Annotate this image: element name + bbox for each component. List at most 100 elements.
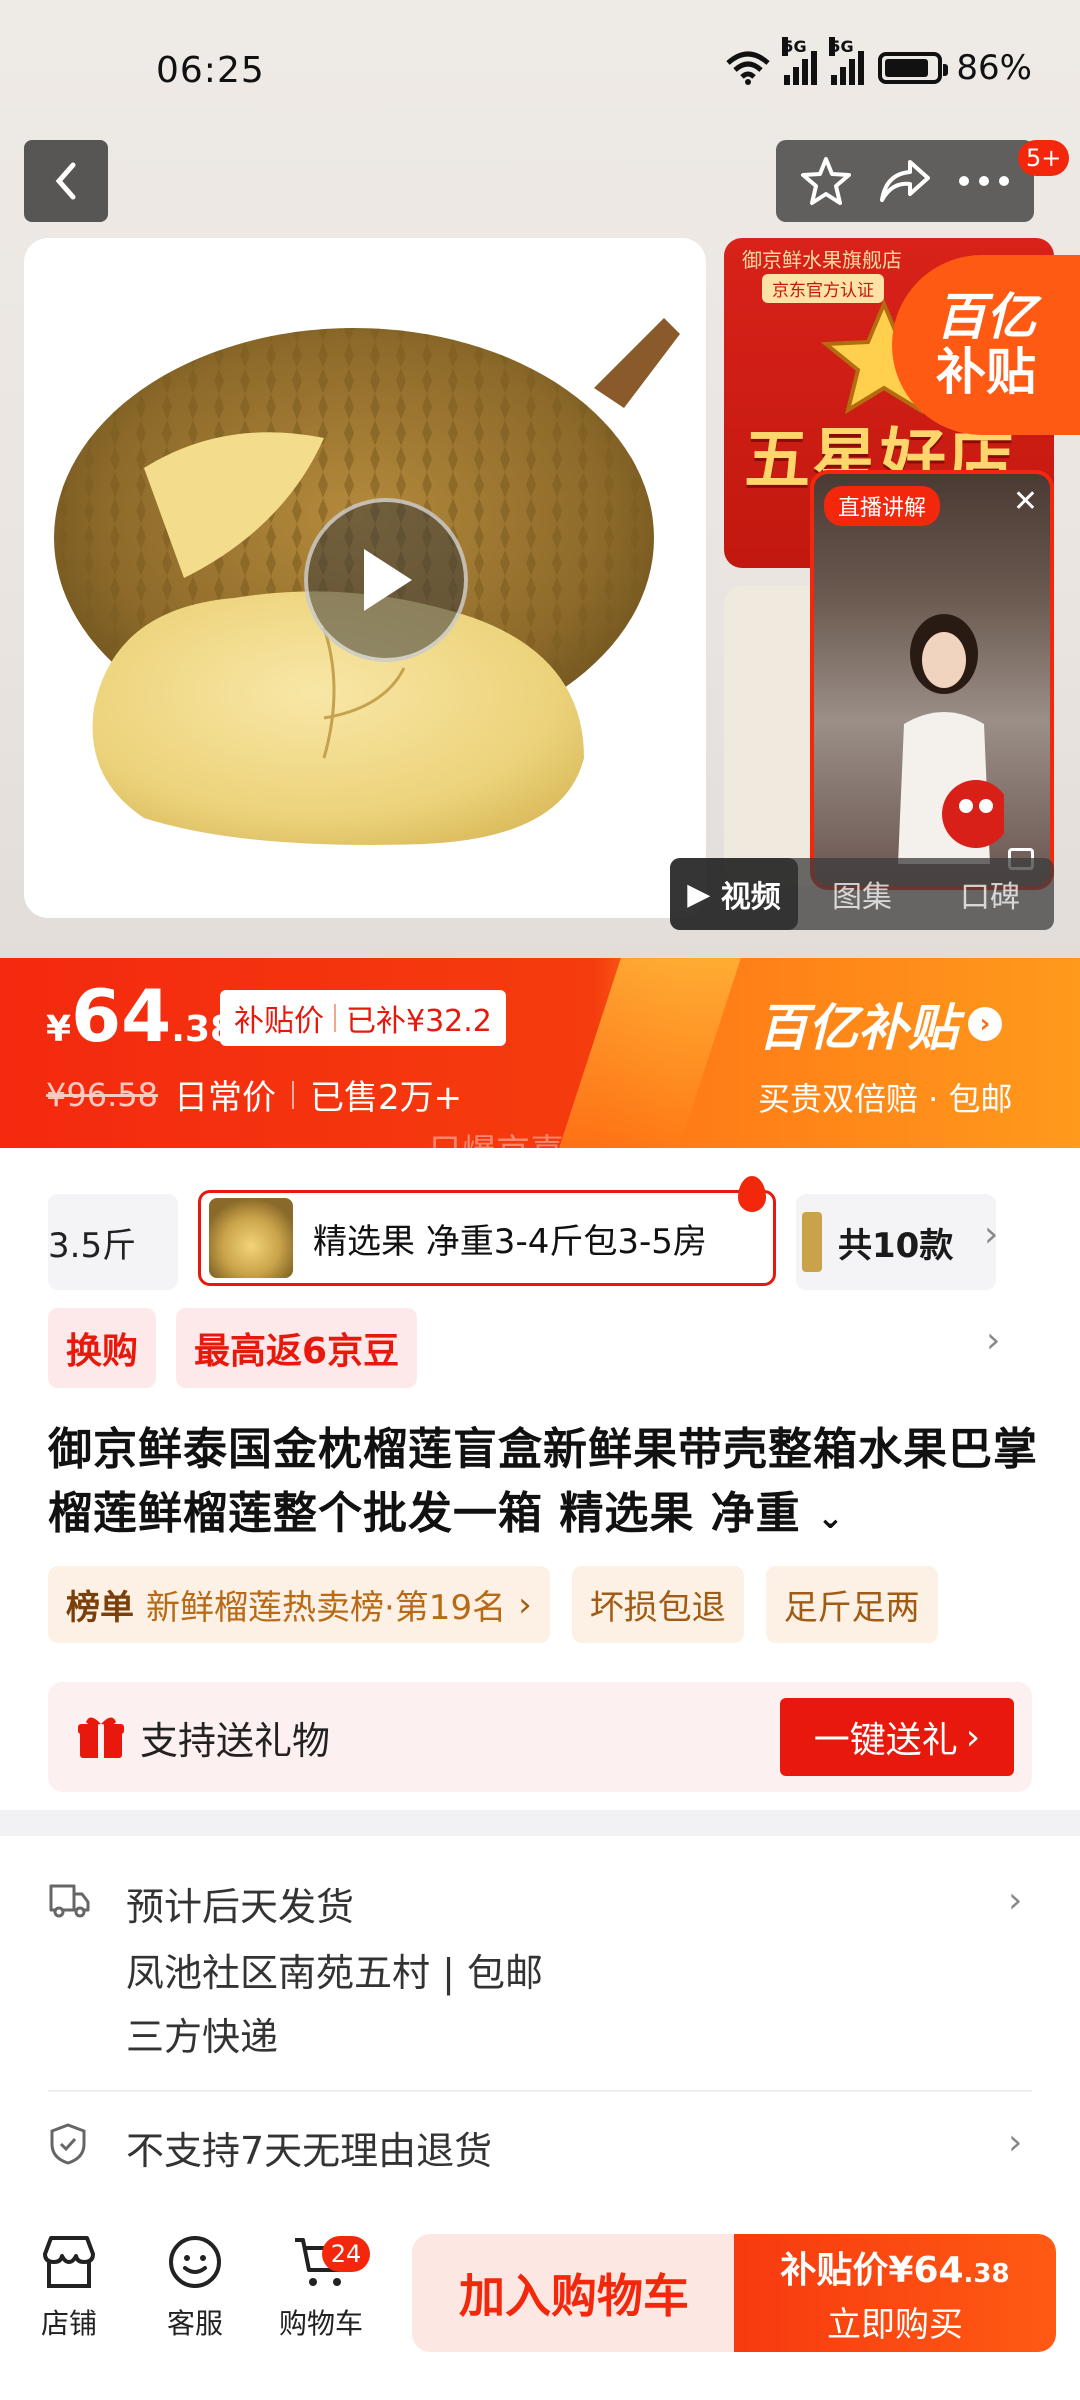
top-actions xyxy=(776,140,1034,222)
sku-total: 共10款 xyxy=(838,1225,954,1266)
subsidy-badge: 百亿 补贴 xyxy=(892,255,1080,435)
signal-icon: 5G xyxy=(829,37,865,85)
store-button[interactable]: 店铺 xyxy=(14,2234,124,2342)
divider xyxy=(48,2090,1032,2092)
subsidy-badge-line2: 补贴 xyxy=(936,343,1036,401)
banner-divider xyxy=(559,958,741,1148)
subsidy-saved: 已补¥32.2 xyxy=(346,1004,492,1039)
play-icon xyxy=(364,549,412,611)
return-policy[interactable]: 不支持7天无理由退货 xyxy=(126,2120,492,2175)
network-type: 5G xyxy=(829,37,854,56)
original-price: ¥96.58 xyxy=(46,1075,158,1114)
sku-all-options[interactable]: 共10款 xyxy=(796,1194,996,1290)
chevron-down-icon[interactable]: ⌄ xyxy=(817,1498,845,1536)
service-label: 客服 xyxy=(166,2307,223,2340)
hot-icon xyxy=(738,1176,766,1212)
subsidy-program-subtitle: 买贵双倍赔 · 包邮 xyxy=(758,1080,1013,1118)
price-banner: ¥ 64 .38 补贴价 已补¥32.2 ¥96.58 日常价 已售2万+ 百亿… xyxy=(0,958,1080,1148)
sku-option[interactable]: 3.5斤 xyxy=(48,1194,178,1290)
ship-carrier: 三方快递 xyxy=(126,2015,279,2059)
tab-video[interactable]: ▶ 视频 xyxy=(670,858,798,930)
chip-damage-refund[interactable]: 坏损包退 xyxy=(571,1566,744,1643)
status-time: 06:25 xyxy=(156,50,265,91)
media-tabs: ▶ 视频 图集 口碑 xyxy=(670,858,1054,930)
status-bar: 06:25 5G 5G 86% xyxy=(0,0,1080,130)
buy-now-price-decimal: .38 xyxy=(963,2258,1010,2289)
truck-icon xyxy=(49,1884,90,1918)
chevron-right-icon[interactable]: › xyxy=(984,1214,998,1255)
gift-bar: 支持送礼物 一键送礼 › xyxy=(48,1682,1032,1792)
product-title[interactable]: 御京鲜泰国金枕榴莲盲盒新鲜果带壳整箱水果巴掌榴莲鲜榴莲整个批发一箱 精选果 净重… xyxy=(48,1418,1038,1549)
battery-percent: 86% xyxy=(956,48,1032,88)
send-gift-button[interactable]: 一键送礼 › xyxy=(780,1698,1014,1776)
tab-video-label: 视频 xyxy=(720,880,781,915)
buy-now-button[interactable]: 补贴价¥64.38 立即购买 xyxy=(734,2234,1056,2352)
store-icon xyxy=(43,2236,95,2288)
star-icon[interactable] xyxy=(799,155,853,207)
price-integer: 64 xyxy=(71,974,172,1058)
promo-tags: 换购 最高返6京豆 xyxy=(48,1308,418,1388)
promo-tag-exchange[interactable]: 换购 xyxy=(48,1308,157,1388)
gift-icon xyxy=(78,1717,124,1758)
chevron-left-icon xyxy=(55,162,76,200)
ranking-chip[interactable]: 榜单 新鲜榴莲热卖榜·第19名 › xyxy=(48,1566,550,1643)
tab-gallery[interactable]: 图集 xyxy=(798,872,926,916)
chip-full-weight[interactable]: 足斤足两 xyxy=(765,1566,938,1643)
buy-now-price: 补贴价¥64.38 xyxy=(780,2241,1009,2293)
play-video-button[interactable] xyxy=(304,498,468,662)
ship-address[interactable]: 凤池社区南苑五村 | 包邮 xyxy=(126,1942,543,1997)
price-subline: ¥96.58 日常价 已售2万+ xyxy=(46,1070,462,1119)
daily-price-label: 日常价 xyxy=(173,1078,276,1118)
chevron-right-icon[interactable]: › xyxy=(1008,2122,1022,2163)
share-icon[interactable] xyxy=(878,158,932,204)
chevron-right-icon: › xyxy=(965,1716,981,1758)
signal-icon: 5G xyxy=(782,37,818,85)
close-icon[interactable]: ✕ xyxy=(1013,484,1038,519)
subsidy-price-tag: 补贴价 已补¥32.2 xyxy=(220,990,506,1046)
sku-mini-thumb xyxy=(802,1212,822,1272)
add-to-cart-button[interactable]: 加入购物车 xyxy=(412,2234,736,2352)
ranking-label: 榜单 xyxy=(66,1588,134,1628)
tab-reviews[interactable]: 口碑 xyxy=(926,872,1054,916)
chevron-right-icon[interactable]: › xyxy=(986,1320,1000,1361)
promo-tag-beans[interactable]: 最高返6京豆 xyxy=(176,1308,418,1388)
status-indicators: 5G 5G 86% xyxy=(726,37,1032,88)
cart-count-badge: 24 xyxy=(322,2236,370,2272)
send-gift-label: 一键送礼 xyxy=(813,1720,958,1761)
chevron-right-icon[interactable]: › xyxy=(1008,1880,1022,1921)
chevron-right-icon: › xyxy=(968,1007,1002,1041)
product-info-card: 3.5斤 精选果 净重3-4斤包3-5房 共10款 › 换购 最高返6京豆 › … xyxy=(0,1148,1080,1810)
sku-selector: 3.5斤 精选果 净重3-4斤包3-5房 共10款 › xyxy=(48,1176,1080,1290)
overlay-ghost-text: 只爆京喜 xyxy=(428,1132,564,1172)
product-hero: 06:25 5G 5G 86% 5+ 御京鲜水果旗舰店 京东官方认证 五星好店 … xyxy=(0,0,1080,958)
smiley-icon xyxy=(169,2236,221,2288)
price-currency: ¥ xyxy=(46,1009,72,1050)
buy-now-price-label: 补贴价¥64 xyxy=(780,2249,964,2291)
product-title-text: 御京鲜泰国金枕榴莲盲盒新鲜果带壳整箱水果巴掌榴莲鲜榴莲整个批发一箱 精选果 净重 xyxy=(48,1424,1038,1539)
thumb-shop-name: 御京鲜水果旗舰店 xyxy=(742,248,902,272)
ranking-text: 新鲜榴莲热卖榜·第19名 xyxy=(146,1588,507,1628)
bottom-action-bar: 店铺 客服 购物车 24 加入购物车 补贴价¥64.38 立即购买 xyxy=(0,2200,1080,2400)
host-figure xyxy=(898,614,1004,864)
ship-estimate[interactable]: 预计后天发货 xyxy=(126,1876,354,1931)
subsidy-program-title: 百亿补贴 xyxy=(758,999,958,1057)
sold-count: 已售2万+ xyxy=(309,1078,463,1118)
chevron-right-icon: › xyxy=(518,1584,532,1625)
sku-thumbnail xyxy=(209,1198,293,1278)
feature-chips: 榜单 新鲜榴莲热卖榜·第19名 › 坏损包退 足斤足两 xyxy=(48,1566,938,1643)
network-type: 5G xyxy=(782,37,807,56)
back-button[interactable] xyxy=(24,140,108,222)
message-badge: 5+ xyxy=(1018,140,1070,176)
product-main-image[interactable] xyxy=(24,238,706,918)
store-label: 店铺 xyxy=(40,2307,97,2340)
cart-label: 购物车 xyxy=(278,2307,363,2340)
subsidy-program-link[interactable]: 百亿补贴 › 买贵双倍赔 · 包邮 xyxy=(758,988,1013,1120)
more-icon[interactable] xyxy=(957,174,1011,188)
wifi-icon xyxy=(726,51,771,85)
live-stream-window[interactable]: 直播讲解 ✕ xyxy=(810,470,1054,890)
buy-now-label: 立即购买 xyxy=(827,2304,963,2345)
sku-selected-label: 精选果 净重3-4斤包3-5房 xyxy=(313,1221,707,1262)
subsidy-badge-line1: 百亿 xyxy=(936,288,1036,346)
customer-service-button[interactable]: 客服 xyxy=(140,2234,250,2342)
sku-option-selected[interactable]: 精选果 净重3-4斤包3-5房 xyxy=(198,1190,776,1286)
